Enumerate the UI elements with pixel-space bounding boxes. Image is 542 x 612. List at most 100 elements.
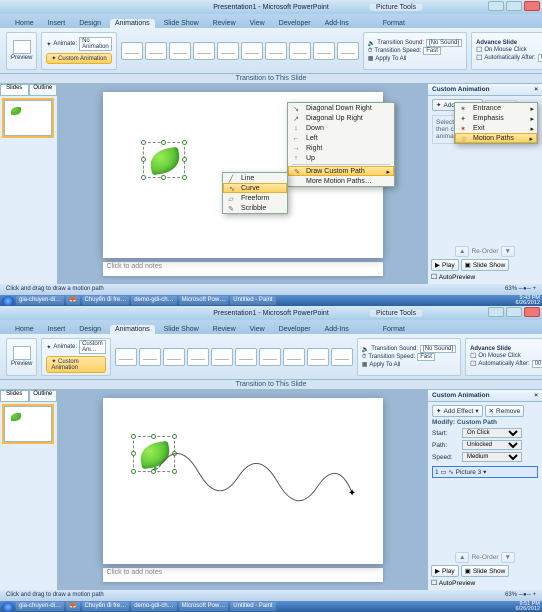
tab-addins[interactable]: Add-Ins	[320, 325, 354, 334]
menu-motion-paths[interactable]: ☆Motion Paths▸	[455, 133, 537, 143]
taskbar-item[interactable]: Chuyển đi fre…	[82, 296, 130, 305]
transition-thumb[interactable]	[241, 42, 263, 60]
transition-thumb[interactable]	[265, 42, 287, 60]
animate-dropdown[interactable]: No Animation	[79, 37, 112, 51]
preview-button[interactable]: Preview	[6, 32, 37, 70]
tab-developer[interactable]: Developer	[274, 325, 316, 334]
start-button[interactable]	[2, 602, 14, 612]
slides-tab[interactable]: Slides	[0, 84, 29, 96]
taskbar-item[interactable]: Microsoft Pow…	[179, 602, 229, 611]
close-pane-icon[interactable]: ×	[534, 392, 538, 399]
transition-thumb[interactable]	[121, 42, 143, 60]
transition-speed-dd[interactable]: Fast	[423, 47, 441, 55]
taskbar-item[interactable]: gia-chuyen-di…	[16, 296, 64, 305]
minimize-button[interactable]	[488, 307, 504, 317]
notes-pane[interactable]: Click to add notes	[103, 568, 383, 582]
menu-diag-up-right[interactable]: ↗Diagonal Up Right	[288, 113, 394, 123]
close-pane-icon[interactable]: ×	[534, 86, 538, 93]
transition-sound-dd[interactable]: [No Sound]	[420, 345, 456, 353]
slide-thumbnail-1[interactable]	[4, 100, 52, 136]
menu-line[interactable]: ╱Line	[223, 173, 287, 183]
taskbar-item[interactable]: demo-gdi-ch…	[131, 296, 176, 305]
tab-review[interactable]: Review	[208, 19, 241, 28]
zoom-level[interactable]: 63% ─●─ +	[505, 284, 536, 295]
play-button[interactable]: ▶ Play	[431, 259, 459, 271]
selection-box[interactable]	[143, 142, 185, 178]
on-click-checkbox[interactable]: On Mouse Click	[476, 46, 542, 54]
zoom-level[interactable]: 63% ─●─ +	[505, 590, 536, 601]
taskbar-item[interactable]: gia-chuyen-di…	[16, 602, 64, 611]
transition-thumb[interactable]	[313, 42, 335, 60]
menu-scribble[interactable]: ✎Scribble	[223, 203, 287, 213]
maximize-button[interactable]	[506, 307, 522, 317]
transition-thumb[interactable]	[331, 348, 353, 366]
taskbar-item[interactable]: 🦊	[66, 602, 79, 611]
menu-draw-custom-path[interactable]: ✎Draw Custom Path▸	[288, 166, 394, 176]
transition-sound-dd[interactable]: [No Sound]	[426, 39, 462, 47]
transition-thumb[interactable]	[115, 348, 137, 366]
menu-up[interactable]: ↑Up	[288, 153, 394, 163]
auto-after-spinner[interactable]: 00:00	[532, 360, 542, 368]
remove-effect-button[interactable]: ✕ Remove	[485, 405, 525, 417]
menu-entrance[interactable]: ✶Entrance▸	[455, 103, 537, 113]
menu-freeform[interactable]: ▱Freeform	[223, 193, 287, 203]
transition-gallery[interactable]	[121, 32, 359, 70]
tab-animations[interactable]: Animations	[110, 19, 155, 28]
minimize-button[interactable]	[488, 1, 504, 11]
menu-emphasis[interactable]: ✦Emphasis▸	[455, 113, 537, 123]
slide-canvas[interactable]: ▸ ✦	[103, 398, 383, 564]
menu-left[interactable]: ←Left	[288, 133, 394, 143]
transition-gallery[interactable]	[115, 338, 353, 376]
system-tray-clock[interactable]: 9:43 PM6/26/2012	[516, 296, 540, 306]
motion-path-curve[interactable]: ▸ ✦	[103, 398, 383, 564]
slide-thumbnail-1[interactable]	[4, 406, 52, 442]
tab-insert[interactable]: Insert	[43, 325, 71, 334]
transition-thumb[interactable]	[187, 348, 209, 366]
selection-box[interactable]	[133, 436, 175, 472]
tab-home[interactable]: Home	[10, 325, 39, 334]
tab-home[interactable]: Home	[10, 19, 39, 28]
start-button[interactable]	[2, 296, 14, 306]
tab-design[interactable]: Design	[74, 19, 106, 28]
system-tray-clock[interactable]: 9:51 PM6/26/2012	[516, 602, 540, 612]
play-button[interactable]: ▶ Play	[431, 565, 459, 577]
transition-thumb[interactable]	[307, 348, 329, 366]
transition-thumb[interactable]	[145, 42, 167, 60]
transition-thumb[interactable]	[283, 348, 305, 366]
apply-to-all-button[interactable]: ▦ Apply To All	[362, 361, 456, 368]
menu-more-motion-paths[interactable]: More Motion Paths…	[288, 176, 394, 186]
speed-dropdown[interactable]: Medium	[462, 452, 522, 462]
transition-thumb[interactable]	[235, 348, 257, 366]
on-click-checkbox[interactable]: On Mouse Click	[470, 352, 542, 360]
taskbar-item[interactable]: demo-gdi-ch…	[131, 602, 176, 611]
transition-thumb[interactable]	[217, 42, 239, 60]
transition-thumb[interactable]	[259, 348, 281, 366]
taskbar-item[interactable]: 🦊	[66, 296, 79, 305]
auto-after-checkbox[interactable]: Automatically After: 00:00	[476, 54, 542, 62]
transition-thumb[interactable]	[169, 42, 191, 60]
auto-after-checkbox[interactable]: Automatically After: 00:00	[470, 360, 542, 368]
tab-view[interactable]: View	[245, 19, 270, 28]
tab-format[interactable]: Format	[378, 19, 410, 28]
leaf-image[interactable]	[148, 147, 182, 176]
menu-right[interactable]: →Right	[288, 143, 394, 153]
custom-animation-button[interactable]: ✦ Custom Animation	[46, 356, 105, 373]
notes-pane[interactable]: Click to add notes	[103, 262, 383, 276]
taskbar-item[interactable]: Chuyển đi fre…	[82, 602, 130, 611]
animate-dropdown[interactable]: Custom Ani…	[79, 340, 106, 354]
tab-review[interactable]: Review	[208, 325, 241, 334]
slideshow-button[interactable]: ▣ Slide Show	[461, 565, 510, 577]
leaf-image[interactable]	[138, 441, 172, 470]
tab-insert[interactable]: Insert	[43, 19, 71, 28]
auto-after-spinner[interactable]: 00:00	[538, 54, 542, 62]
start-dropdown[interactable]: On Click	[462, 428, 522, 438]
close-button[interactable]	[524, 307, 540, 317]
menu-down[interactable]: ↓Down	[288, 123, 394, 133]
tab-slideshow[interactable]: Slide Show	[159, 19, 204, 28]
menu-diag-down-right[interactable]: ↘Diagonal Down Right	[288, 103, 394, 113]
slides-tab[interactable]: Slides	[0, 390, 29, 402]
transition-thumb[interactable]	[163, 348, 185, 366]
autopreview-checkbox[interactable]: AutoPreview	[431, 579, 539, 587]
transition-thumb[interactable]	[211, 348, 233, 366]
taskbar-item[interactable]: Untitled - Paint	[230, 602, 275, 611]
